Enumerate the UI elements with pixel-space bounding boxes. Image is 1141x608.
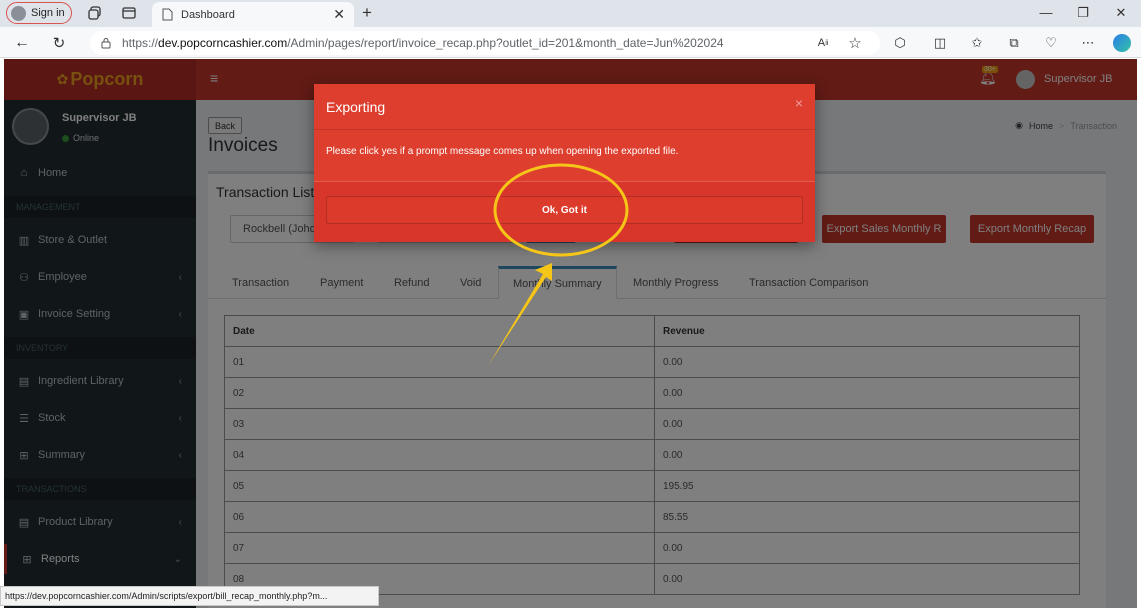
favorites-icon[interactable]: ✩	[969, 35, 985, 51]
extensions-icon[interactable]: ⬡	[892, 35, 908, 51]
collections-icon[interactable]: ⧉	[1006, 35, 1022, 51]
ok-got-it-button[interactable]: Ok, Got it	[326, 196, 803, 224]
browser-tab-dashboard[interactable]: Dashboard ✕	[152, 2, 354, 27]
status-bar-url: https://dev.popcorncashier.com/Admin/scr…	[0, 586, 379, 606]
refresh-icon[interactable]: ↻	[51, 35, 67, 52]
export-modal: Exporting × Please click yes if a prompt…	[314, 84, 815, 242]
browser-essentials-icon[interactable]: ♡	[1043, 35, 1059, 51]
back-arrow-icon[interactable]: ←	[14, 34, 30, 51]
more-menu-icon[interactable]: ⋯	[1080, 35, 1096, 51]
restore-icon[interactable]: ❐	[1075, 5, 1091, 21]
sign-in-button[interactable]: Sign in	[6, 2, 72, 24]
modal-close-icon[interactable]: ×	[795, 95, 803, 111]
modal-title: Exporting	[326, 99, 386, 115]
copilot-icon[interactable]	[1113, 34, 1131, 52]
tab-title: Dashboard	[181, 8, 235, 21]
split-screen-icon[interactable]: ◫	[932, 35, 948, 51]
page-icon	[162, 8, 173, 21]
modal-message: Please click yes if a prompt message com…	[326, 146, 679, 157]
read-aloud-icon[interactable]: Aⅱ	[815, 35, 831, 51]
workspaces-icon[interactable]	[87, 5, 103, 21]
address-bar[interactable]: https://dev.popcorncashier.com/Admin/pag…	[90, 31, 880, 55]
modal-header: Exporting ×	[314, 84, 815, 130]
profile-icon	[11, 5, 26, 21]
modal-footer: Ok, Got it	[314, 181, 815, 242]
new-tab-icon[interactable]: +	[362, 3, 372, 23]
sign-in-label: Sign in	[31, 7, 65, 19]
url-text: https://dev.popcorncashier.com/Admin/pag…	[122, 36, 724, 50]
tab-actions-icon[interactable]	[121, 5, 137, 21]
favorite-star-icon[interactable]: ☆	[847, 35, 863, 52]
site-info-icon[interactable]	[100, 37, 112, 49]
close-window-icon[interactable]: ✕	[1113, 5, 1129, 21]
minimize-icon[interactable]: —	[1038, 5, 1054, 20]
close-tab-icon[interactable]: ✕	[333, 6, 345, 23]
